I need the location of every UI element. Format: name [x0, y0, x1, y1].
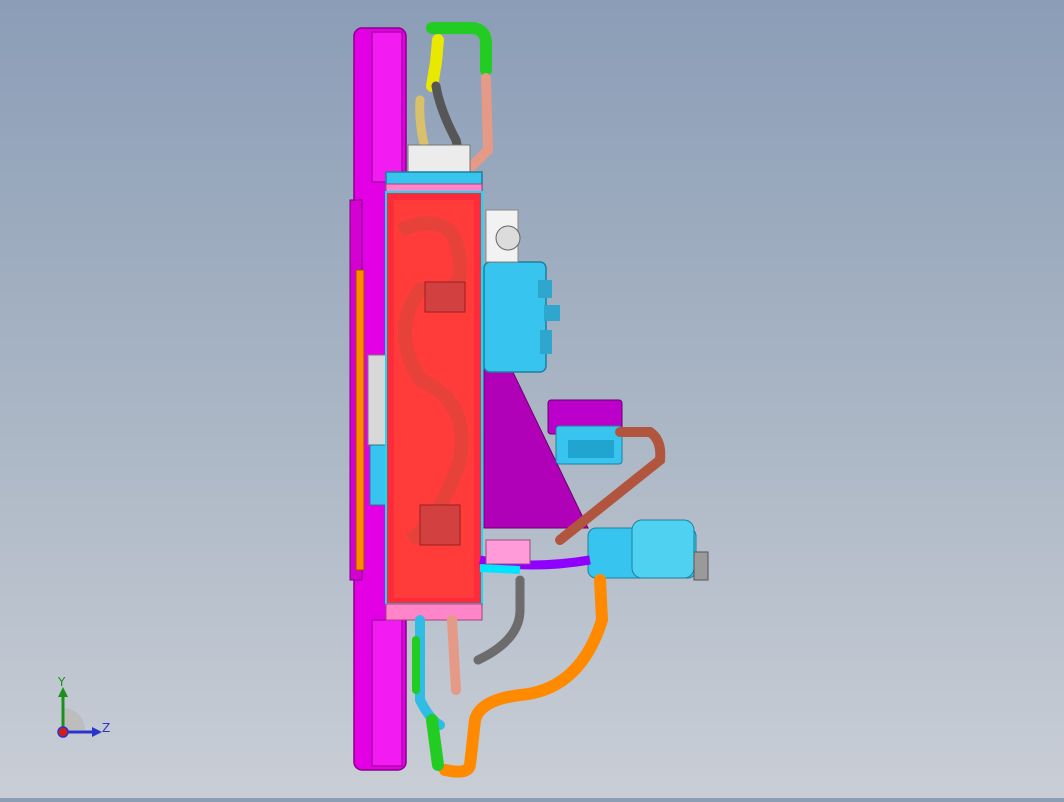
- cad-viewport[interactable]: [0, 0, 1064, 798]
- upper-hose[interactable]: [407, 22, 493, 178]
- bottom-tank[interactable]: [385, 603, 483, 621]
- orientation-triad: Y Z: [50, 675, 120, 750]
- connector-block[interactable]: [485, 539, 531, 565]
- assembly-model[interactable]: [0, 0, 1064, 798]
- lower-left-hoses[interactable]: [412, 615, 461, 771]
- bypass-hose[interactable]: [473, 575, 525, 665]
- mount-bracket[interactable]: [547, 399, 623, 465]
- electric-module[interactable]: [483, 209, 560, 373]
- radiator-core[interactable]: [385, 191, 483, 605]
- expansion-tank[interactable]: [587, 519, 709, 581]
- z-axis-label: Z: [102, 721, 111, 735]
- y-axis-label: Y: [58, 675, 66, 689]
